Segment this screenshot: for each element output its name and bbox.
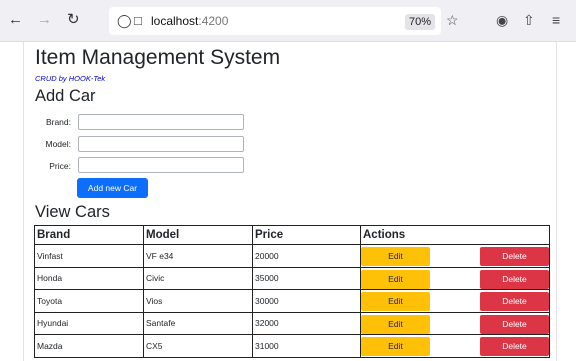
edit-button[interactable]: Edit <box>361 337 430 356</box>
cell-brand: Toyota <box>34 289 144 313</box>
delete-button[interactable]: Delete <box>480 247 549 266</box>
delete-button[interactable]: Delete <box>480 314 549 334</box>
table-row: Toyota Vios 30000 Edit Delete <box>34 289 550 313</box>
brand-label: Brand: <box>45 117 71 127</box>
table-row: Vinfast VF e34 20000 Edit Delete <box>34 244 550 268</box>
header-model: Model <box>143 225 253 245</box>
edit-button[interactable]: Edit <box>361 247 430 266</box>
cell-price: 30000 <box>252 289 361 313</box>
share-icon[interactable]: ⇧ <box>523 12 535 28</box>
cell-actions: Edit Delete <box>360 311 550 335</box>
view-cars-heading: View Cars <box>35 203 110 221</box>
model-input[interactable] <box>78 136 244 152</box>
delete-button[interactable]: Delete <box>480 269 549 289</box>
cell-brand: Honda <box>34 266 144 290</box>
brand-input[interactable] <box>78 114 244 130</box>
cell-price: 31000 <box>252 334 361 358</box>
page-subtitle: CRUD by HOOK-Tek <box>35 74 106 83</box>
table-row: Honda Civic 35000 Edit Delete <box>34 266 550 290</box>
pocket-icon[interactable]: ◉ <box>496 12 508 28</box>
url-port: :4200 <box>198 14 229 28</box>
menu-icon[interactable]: ≡ <box>552 12 560 28</box>
price-label: Price: <box>49 161 71 171</box>
cell-model: Santafe <box>143 311 253 335</box>
edit-button[interactable]: Edit <box>361 314 430 334</box>
price-input[interactable] <box>78 157 244 173</box>
cars-table: Brand Model Price Actions Vinfast VF e34… <box>34 225 550 358</box>
page-content: Item Management System CRUD by HOOK-Tek … <box>23 42 557 361</box>
star-icon[interactable]: ☆ <box>446 12 459 28</box>
header-price: Price <box>252 225 361 245</box>
header-actions: Actions <box>360 225 550 245</box>
add-car-heading: Add Car <box>35 87 96 105</box>
model-label: Model: <box>45 139 71 149</box>
table-row: Mazda CX5 31000 Edit Delete <box>34 334 550 358</box>
table-header-row: Brand Model Price Actions <box>34 225 550 245</box>
cell-actions: Edit Delete <box>360 244 550 268</box>
cell-actions: Edit Delete <box>360 266 550 290</box>
delete-button[interactable]: Delete <box>480 292 549 311</box>
cell-brand: Vinfast <box>34 244 144 268</box>
cell-model: Vios <box>143 289 253 313</box>
cell-model: VF e34 <box>143 244 253 268</box>
page-title: Item Management System <box>35 46 281 69</box>
cell-actions: Edit Delete <box>360 289 550 313</box>
header-brand: Brand <box>34 225 144 245</box>
cell-actions: Edit Delete <box>360 334 550 358</box>
cell-price: 35000 <box>252 266 361 290</box>
forward-arrow-icon[interactable]: → <box>37 12 52 28</box>
page-icon[interactable]: □ <box>134 13 142 29</box>
cell-price: 20000 <box>252 244 361 268</box>
add-new-car-button[interactable]: Add new Car <box>77 178 148 198</box>
url-text[interactable]: localhost:4200 <box>151 14 228 28</box>
edit-button[interactable]: Edit <box>361 292 430 311</box>
edit-button[interactable]: Edit <box>361 269 430 289</box>
back-arrow-icon[interactable]: ← <box>8 12 23 28</box>
cell-brand: Mazda <box>34 334 144 358</box>
delete-button[interactable]: Delete <box>480 337 549 356</box>
cell-brand: Hyundai <box>34 311 144 335</box>
cell-model: CX5 <box>143 334 253 358</box>
reload-icon[interactable]: ↻ <box>67 12 80 28</box>
shield-icon[interactable]: ◯ <box>117 13 132 29</box>
cell-price: 32000 <box>252 311 361 335</box>
zoom-level-badge[interactable]: 70% <box>405 14 436 30</box>
url-host: localhost <box>151 14 199 28</box>
table-row: Hyundai Santafe 32000 Edit Delete <box>34 311 550 335</box>
browser-toolbar: ← → ↻ ◯ □ localhost:4200 70% ☆ ◉ ⇧ ≡ <box>0 0 576 42</box>
cell-model: Civic <box>143 266 253 290</box>
address-bar[interactable]: ◯ □ localhost:4200 <box>109 7 441 35</box>
